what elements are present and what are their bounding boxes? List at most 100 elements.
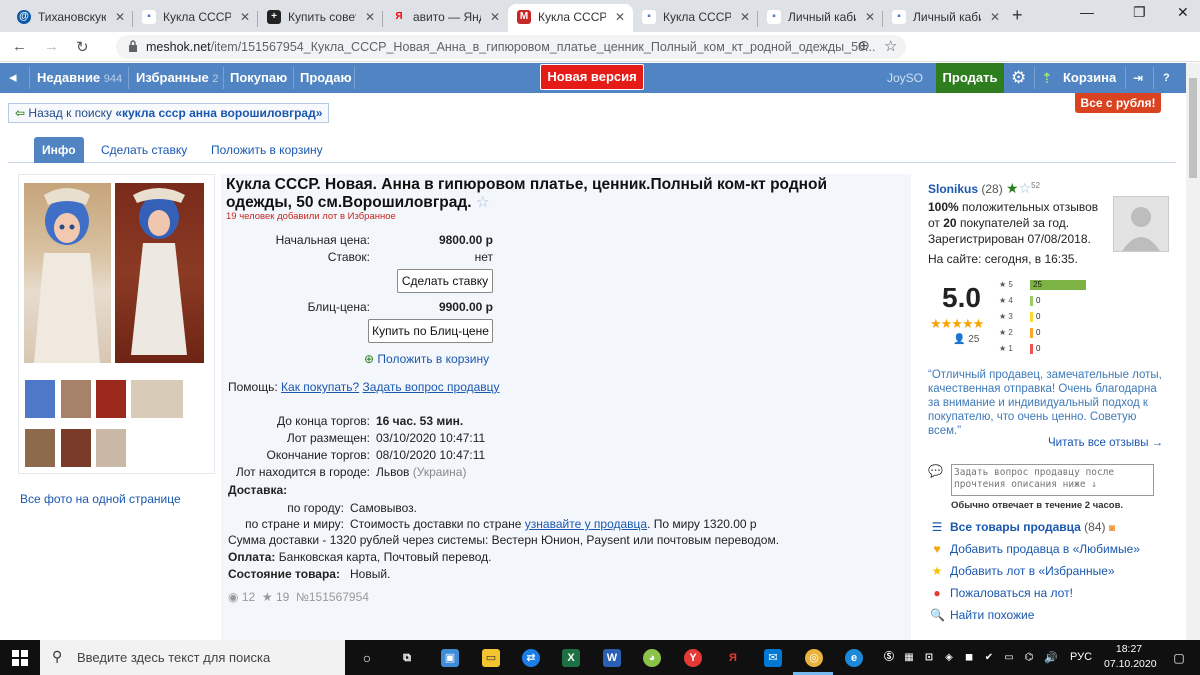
rating-bar: 0 (1030, 344, 1040, 354)
close-icon[interactable]: ✕ (240, 4, 250, 30)
close-icon[interactable]: ✕ (865, 4, 875, 30)
yandex-icon[interactable]: Y (684, 649, 702, 667)
app-icon[interactable]: ◕ (643, 649, 661, 667)
tray-icon[interactable]: ▭ (1000, 649, 1018, 667)
seller-name[interactable]: Slonikus (928, 182, 978, 196)
photo-thumbnail[interactable] (96, 380, 126, 418)
network-icon[interactable]: ⌬ (1020, 649, 1038, 667)
new-tab-button[interactable]: + (1012, 5, 1023, 26)
explorer-icon[interactable]: ▭ (482, 649, 500, 667)
tray-icon[interactable]: ⊡ (920, 649, 938, 667)
photo-thumbnail[interactable] (25, 429, 55, 467)
minimize-button[interactable]: — (1080, 4, 1094, 20)
tray-icon[interactable]: ✔ (980, 649, 998, 667)
add-icon[interactable]: ⊕ (858, 37, 870, 54)
word-icon[interactable]: W (603, 649, 621, 667)
tab-bid[interactable]: Сделать ставку (101, 137, 187, 163)
close-icon[interactable]: ✕ (490, 4, 500, 30)
store-icon[interactable]: ▣ (441, 649, 459, 667)
photo-thumbnail[interactable] (25, 380, 55, 418)
nav-selling[interactable]: Продаю (300, 63, 352, 93)
mail-icon[interactable]: ✉ (764, 649, 782, 667)
reload-icon[interactable]: ↻ (76, 38, 89, 56)
browser-tab[interactable]: @ Тихановскую ✕ (8, 4, 133, 32)
browser-tab[interactable]: ▪ Личный кабин ✕ (883, 4, 1008, 32)
make-bid-button[interactable]: Сделать ставку (397, 269, 493, 293)
bookmark-star-icon[interactable]: ☆ (884, 37, 897, 55)
complain-link[interactable]: ● Пожаловаться на лот! (930, 586, 1073, 600)
photo-thumbnail[interactable] (96, 429, 126, 467)
photo-thumbnail[interactable] (61, 380, 91, 418)
tray-icon[interactable]: ▦ (900, 649, 918, 667)
forward-arrow-icon[interactable]: → (44, 38, 59, 55)
help-icon[interactable]: ? (1163, 63, 1170, 93)
tab-cart[interactable]: Положить в корзину (211, 137, 323, 163)
browser-tab[interactable]: ▪ Кукла СССР, А ✕ (633, 4, 758, 32)
browser-tab[interactable]: Я авито — Яндек ✕ (383, 4, 508, 32)
nav-buying[interactable]: Покупаю (230, 63, 287, 93)
how-to-buy-link[interactable]: Как покупать? (281, 380, 359, 394)
photo-thumbnail[interactable] (131, 380, 183, 418)
back-arrow-icon[interactable]: ← (12, 38, 27, 55)
close-icon[interactable]: ✕ (115, 4, 125, 30)
find-similar-link[interactable]: 🔍 Найти похожие (930, 608, 1034, 622)
close-icon[interactable]: ✕ (990, 4, 1000, 30)
lock-icon (129, 40, 137, 52)
tray-icon[interactable]: ◈ (940, 649, 958, 667)
add-to-cart-link[interactable]: ⊕ Положить в корзину (364, 352, 489, 366)
cortana-icon[interactable]: ○ (358, 649, 376, 667)
browser-tab[interactable]: + Купить советс ✕ (258, 4, 383, 32)
language-indicator[interactable]: РУС (1070, 651, 1092, 663)
nav-recent[interactable]: Недавние 944 (37, 63, 122, 93)
tab-info[interactable]: Инфо (34, 137, 84, 163)
tray-icon[interactable]: Ⓢ (880, 649, 898, 667)
close-window-button[interactable]: ✕ (1177, 4, 1189, 21)
cart-icon[interactable]: ⇡ (1041, 63, 1053, 93)
favorite-star-icon[interactable]: ☆ (476, 194, 490, 211)
windows-start-icon[interactable] (12, 650, 28, 666)
add-seller-favorite-link[interactable]: ♥ Добавить продавца в «Любимые» (930, 542, 1140, 556)
browser-tab[interactable]: ▪ Личный кабин ✕ (758, 4, 883, 32)
new-version-badge[interactable]: Новая версия (540, 64, 644, 90)
photo-thumbnail[interactable] (61, 429, 91, 467)
main-photo[interactable] (24, 183, 111, 363)
close-icon[interactable]: ✕ (615, 4, 625, 30)
ask-seller-delivery-link[interactable]: узнавайте у продавца (525, 517, 647, 531)
restore-button[interactable]: ❐ (1133, 4, 1146, 21)
notifications-icon[interactable]: ▢ (1170, 649, 1188, 667)
username[interactable]: JoySO (887, 63, 923, 93)
url-field[interactable]: meshok.net/item/151567954_Кукла_СССР_Нов… (116, 35, 906, 59)
excel-icon[interactable]: X (562, 649, 580, 667)
question-textarea[interactable] (951, 464, 1154, 496)
all-rub-banner[interactable]: Все с рубля! (1075, 93, 1161, 113)
all-goods-link[interactable]: ☰ Все товары продавца (84) ◙ (930, 520, 1115, 534)
volume-icon[interactable]: 🔊 (1042, 649, 1060, 667)
nav-favorites[interactable]: Избранные 2 (136, 63, 218, 93)
edge-icon[interactable]: e (845, 649, 863, 667)
sell-button[interactable]: Продать (936, 63, 1004, 93)
main-photo[interactable] (115, 183, 204, 363)
all-photos-link[interactable]: Все фото на одной странице (20, 492, 181, 506)
tray-icon[interactable]: ◼ (960, 649, 978, 667)
task-view-icon[interactable]: ⧉ (398, 649, 416, 667)
browser-tab-active[interactable]: M Кукла СССР. Н ✕ (508, 4, 633, 32)
close-icon[interactable]: ✕ (365, 4, 375, 30)
browser-tab[interactable]: ▪ Кукла СССР, А ✕ (133, 4, 258, 32)
gear-icon[interactable]: ⚙ (1011, 63, 1026, 93)
back-icon[interactable]: ◂ (9, 63, 17, 93)
yandex-browser-icon[interactable]: Я (724, 649, 742, 667)
close-icon[interactable]: ✕ (740, 4, 750, 30)
add-lot-favorite-link[interactable]: ★ Добавить лот в «Избранные» (930, 564, 1115, 578)
ask-seller-link[interactable]: Задать вопрос продавцу (363, 380, 500, 394)
clock[interactable]: 18:27 07.10.2020 (1104, 642, 1157, 672)
avatar[interactable] (1113, 196, 1169, 252)
logout-icon[interactable]: ⇥ (1133, 63, 1143, 93)
scrollbar-thumb[interactable] (1189, 78, 1197, 178)
chrome-icon[interactable]: ◎ (805, 649, 823, 667)
back-to-search[interactable]: ⇦ Назад к поиску «кукла ссср анна вороши… (8, 103, 330, 123)
app-icon[interactable]: ⇄ (522, 649, 540, 667)
buy-blitz-button[interactable]: Купить по Блиц-цене (368, 319, 493, 343)
read-all-reviews-link[interactable]: Читать все отзывы → (1048, 437, 1163, 449)
nav-cart[interactable]: Корзина (1063, 63, 1116, 93)
taskbar-search[interactable]: ⚲ Введите здесь текст для поиска (40, 640, 345, 675)
